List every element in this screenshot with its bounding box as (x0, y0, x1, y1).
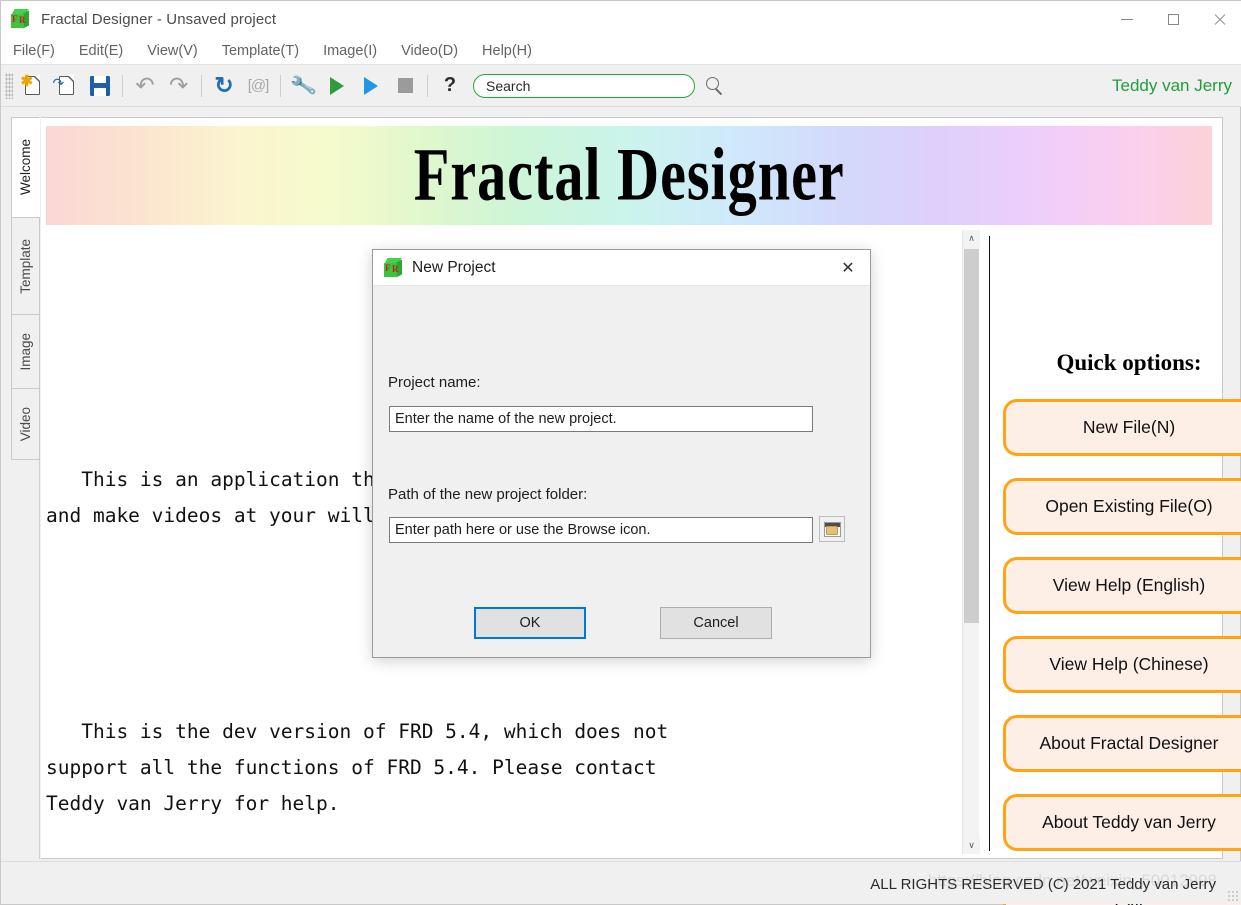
author-label: Teddy van Jerry (1112, 75, 1232, 95)
project-path-input[interactable] (389, 517, 813, 543)
copyright-label: ALL RIGHTS RESERVED (C) 2021 Teddy van J… (870, 876, 1216, 893)
sidebar-tab-image-label: Image (18, 332, 33, 371)
run-green-icon (330, 76, 344, 95)
quick-about-fractal-designer-button[interactable]: About Fractal Designer (1002, 715, 1241, 772)
dialog-close-button[interactable]: ✕ (826, 250, 870, 286)
dialog-body: Project name: Path of the new project fo… (373, 286, 870, 658)
menu-view[interactable]: View(V) (135, 40, 210, 62)
status-bar: https://blog.csdn.net/weixin_50012998 AL… (1, 861, 1241, 904)
menu-help[interactable]: Help(H) (470, 40, 544, 62)
run-blue-icon (364, 76, 378, 95)
welcome-paragraph: This is the dev version of FRD 5.4, whic… (46, 720, 669, 815)
sidebar-tab-template-label: Template (18, 238, 33, 294)
minimize-icon (1121, 19, 1133, 20)
project-name-label: Project name: (388, 374, 481, 391)
quick-view-help-chinese-button[interactable]: View Help (Chinese) (1002, 636, 1241, 693)
sidebar-tab-video[interactable]: Video (11, 388, 40, 460)
stop-icon (397, 78, 413, 93)
stop-button[interactable] (388, 68, 422, 104)
refresh-button[interactable]: ↻ (207, 68, 241, 104)
wrench-icon: 🔧 (288, 72, 318, 100)
sidebar-tab-template[interactable]: Template (11, 217, 40, 314)
sidebar-tab-video-label: Video (18, 406, 33, 442)
close-icon (1213, 13, 1226, 26)
dialog-app-icon: FR (383, 257, 403, 278)
menu-image[interactable]: Image(I) (311, 40, 389, 62)
application-window: FR Fractal Designer - Unsaved project Fi… (0, 0, 1241, 905)
resize-grip[interactable] (1227, 890, 1238, 901)
menu-edit[interactable]: Edit(E) (67, 40, 135, 62)
sidebar-tab-welcome[interactable]: Welcome (11, 117, 40, 217)
help-icon: ? (443, 74, 457, 96)
dialog-title: New Project (412, 258, 496, 276)
quick-open-existing-file-button[interactable]: Open Existing File(O) (1002, 478, 1241, 535)
quick-new-file-button[interactable]: New File(N) (1002, 399, 1241, 456)
undo-icon: ↶ (135, 72, 155, 98)
quick-options-panel: Quick options: New File(N) Open Existing… (999, 236, 1241, 905)
dialog-ok-button[interactable]: OK (474, 607, 586, 639)
browse-folder-icon (823, 521, 841, 537)
new-file-button[interactable]: ✱ (15, 68, 49, 104)
project-name-input[interactable] (389, 406, 813, 432)
toolbar-separator (427, 74, 428, 97)
help-button[interactable]: ? (433, 68, 467, 104)
maximize-button[interactable] (1150, 1, 1196, 38)
scroll-up-icon[interactable]: ∧ (963, 230, 980, 247)
toolbar-separator (122, 74, 123, 97)
panel-divider (989, 236, 990, 851)
scroll-down-icon[interactable]: ∨ (963, 837, 980, 854)
redo-button[interactable]: ↶ (162, 68, 196, 104)
window-title: Fractal Designer - Unsaved project (41, 11, 277, 28)
redo-icon: ↶ (169, 72, 189, 98)
app-banner: Fractal Designer (46, 126, 1212, 225)
toolbar-separator (280, 74, 281, 97)
open-file-icon: ↷ (53, 76, 74, 95)
toolbar-grip[interactable] (5, 72, 13, 99)
new-project-dialog: FR New Project ✕ Project name: Path of t… (372, 249, 871, 658)
close-button[interactable] (1196, 1, 1241, 38)
sidebar-tab-image[interactable]: Image (11, 314, 40, 388)
menu-bar: File(F) Edit(E) View(V) Template(T) Imag… (1, 38, 1241, 65)
menu-video[interactable]: Video(D) (389, 40, 470, 62)
quick-about-teddy-van-jerry-button[interactable]: About Teddy van Jerry (1002, 794, 1241, 851)
sidebar-rail-filler (11, 460, 39, 855)
window-controls (1104, 1, 1241, 38)
dialog-cancel-button[interactable]: Cancel (660, 607, 772, 639)
quick-view-help-english-button[interactable]: View Help (English) (1002, 557, 1241, 614)
settings-button[interactable]: 🔧 (286, 68, 320, 104)
at-bracket-icon: [@] (247, 77, 270, 94)
undo-button[interactable]: ↶ (128, 68, 162, 104)
minimize-button[interactable] (1104, 1, 1150, 38)
quick-options-heading: Quick options: (1056, 350, 1202, 375)
menu-file[interactable]: File(F) (1, 40, 67, 62)
new-file-icon: ✱ (21, 74, 40, 95)
maximize-icon (1167, 14, 1179, 25)
app-icon: FR (10, 8, 32, 31)
dialog-title-bar: FR New Project ✕ (373, 250, 870, 286)
scrollbar-thumb[interactable] (964, 249, 979, 623)
menu-template[interactable]: Template(T) (210, 40, 311, 62)
search-input[interactable] (473, 73, 695, 98)
at-bracket-button[interactable]: [@] (241, 68, 275, 104)
sidebar-tab-welcome-label: Welcome (18, 139, 33, 196)
toolbar-separator (201, 74, 202, 97)
run-blue-button[interactable] (354, 68, 388, 104)
toolbar: ✱ ↷ ↶ ↶ ↻ [@] 🔧 ? Search Teddy van Jerry (1, 65, 1241, 107)
open-file-button[interactable]: ↷ (49, 68, 83, 104)
browse-folder-button[interactable] (819, 516, 845, 542)
search-icon[interactable] (703, 75, 725, 97)
title-bar: FR Fractal Designer - Unsaved project (1, 1, 1241, 38)
project-path-label: Path of the new project folder: (388, 486, 588, 503)
banner-title: Fractal Designer (413, 133, 845, 217)
save-icon (90, 75, 110, 96)
welcome-text-scrollbar[interactable]: ∧ ∨ (962, 230, 980, 854)
sidebar-tab-rail: Welcome Template Image Video (11, 117, 40, 859)
refresh-icon: ↻ (214, 72, 234, 98)
run-green-button[interactable] (320, 68, 354, 104)
save-button[interactable] (83, 68, 117, 104)
